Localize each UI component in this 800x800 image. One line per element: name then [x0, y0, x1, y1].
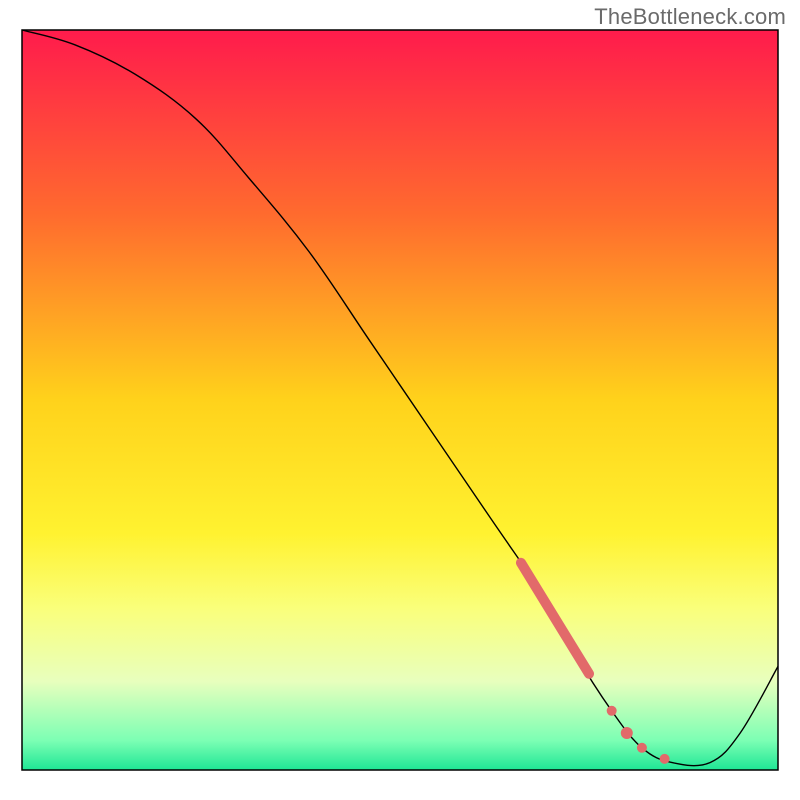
highlight-marker	[660, 754, 670, 764]
highlight-marker	[637, 743, 647, 753]
highlight-marker	[607, 706, 617, 716]
plot-background	[22, 30, 778, 770]
bottleneck-chart	[0, 0, 800, 800]
highlight-marker	[621, 727, 633, 739]
watermark-text: TheBottleneck.com	[594, 4, 786, 30]
